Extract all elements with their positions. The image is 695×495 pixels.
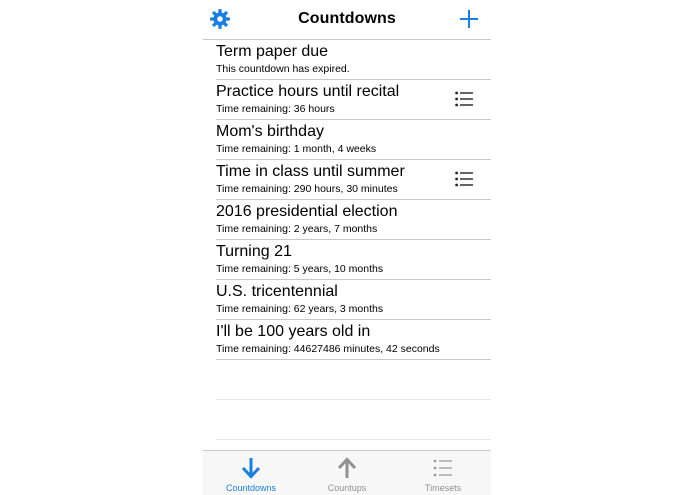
plus-icon[interactable] bbox=[459, 9, 479, 29]
countdown-row-tricentennial[interactable]: U.S. tricentennial Time remaining: 62 ye… bbox=[216, 280, 491, 320]
countdown-subtitle: Time remaining: 44627486 minutes, 42 sec… bbox=[216, 343, 440, 355]
tab-label: Countups bbox=[327, 483, 367, 493]
countdown-row-practice-hours[interactable]: Practice hours until recital Time remain… bbox=[216, 80, 491, 120]
countdown-row-term-paper[interactable]: Term paper due This countdown has expire… bbox=[216, 40, 491, 80]
countdown-subtitle: This countdown has expired. bbox=[216, 63, 350, 75]
tab-label: Countdowns bbox=[225, 483, 277, 493]
tab-countdowns[interactable]: Countdowns bbox=[203, 451, 299, 495]
countdown-row-100-years[interactable]: I'll be 100 years old in Time remaining:… bbox=[216, 320, 491, 360]
navigation-bar: Countdowns bbox=[203, 0, 491, 40]
empty-row bbox=[216, 360, 491, 400]
countdown-title: Practice hours until recital bbox=[216, 83, 400, 100]
countdown-subtitle: Time remaining: 1 month, 4 weeks bbox=[216, 143, 377, 155]
countdown-subtitle: Time remaining: 5 years, 10 months bbox=[216, 263, 384, 275]
tab-countups[interactable]: Countups bbox=[299, 451, 395, 495]
countdown-title: I'll be 100 years old in bbox=[216, 323, 371, 340]
app-screen: Countdowns Term paper due This countdown… bbox=[203, 0, 491, 495]
countdown-title: Turning 21 bbox=[216, 243, 292, 260]
arrow-down-icon bbox=[241, 458, 261, 479]
tab-label: Timesets bbox=[424, 483, 462, 493]
list-icon[interactable] bbox=[455, 91, 473, 107]
countdown-row-turning-21[interactable]: Turning 21 Time remaining: 5 years, 10 m… bbox=[216, 240, 491, 280]
countdown-title: Term paper due bbox=[216, 43, 329, 60]
countdown-title: U.S. tricentennial bbox=[216, 283, 338, 300]
countdown-row-class-until-summer[interactable]: Time in class until summer Time remainin… bbox=[216, 160, 491, 200]
countdown-subtitle: Time remaining: 290 hours, 30 minutes bbox=[216, 183, 398, 195]
countdown-title: Time in class until summer bbox=[216, 163, 405, 180]
countdown-subtitle: Time remaining: 62 years, 3 months bbox=[216, 303, 384, 315]
arrow-up-icon bbox=[337, 457, 357, 478]
list-icon bbox=[433, 459, 452, 477]
countdown-row-election[interactable]: 2016 presidential election Time remainin… bbox=[216, 200, 491, 240]
countdown-subtitle: Time remaining: 2 years, 7 months bbox=[216, 223, 378, 235]
empty-row bbox=[216, 400, 491, 440]
countdown-subtitle: Time remaining: 36 hours bbox=[216, 103, 335, 115]
countdown-title: 2016 presidential election bbox=[216, 203, 398, 220]
tab-timesets[interactable]: Timesets bbox=[395, 451, 491, 495]
countdown-list: Term paper due This countdown has expire… bbox=[216, 40, 491, 440]
tab-bar: Countdowns Countups Timesets bbox=[203, 450, 491, 495]
list-icon[interactable] bbox=[455, 171, 473, 187]
countdown-title: Mom's birthday bbox=[216, 123, 324, 140]
countdown-row-moms-birthday[interactable]: Mom's birthday Time remaining: 1 month, … bbox=[216, 120, 491, 160]
page-title: Countdowns bbox=[298, 10, 396, 27]
